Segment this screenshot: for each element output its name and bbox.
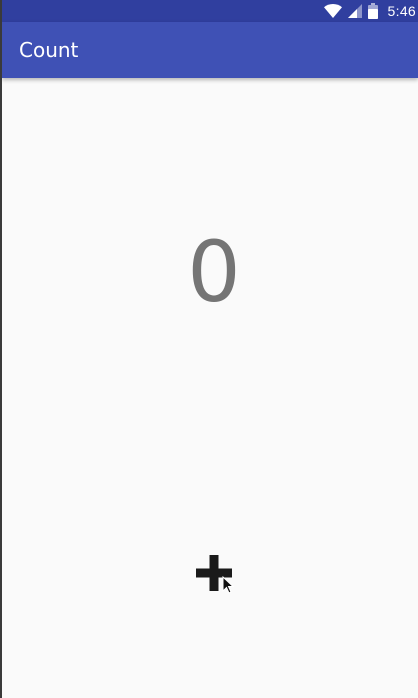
battery-icon [367,3,378,19]
cellular-signal-icon [347,4,362,18]
mouse-cursor-icon [222,576,234,594]
app-title: Count [19,38,79,62]
status-time: 5:46 [387,3,416,19]
count-display: 0 [187,223,241,321]
app-screen: 5:46 Count 0 [2,0,418,698]
status-bar: 5:46 [2,0,418,22]
wifi-icon [323,4,342,18]
status-icons: 5:46 [323,0,416,22]
app-bar: Count [2,22,418,78]
